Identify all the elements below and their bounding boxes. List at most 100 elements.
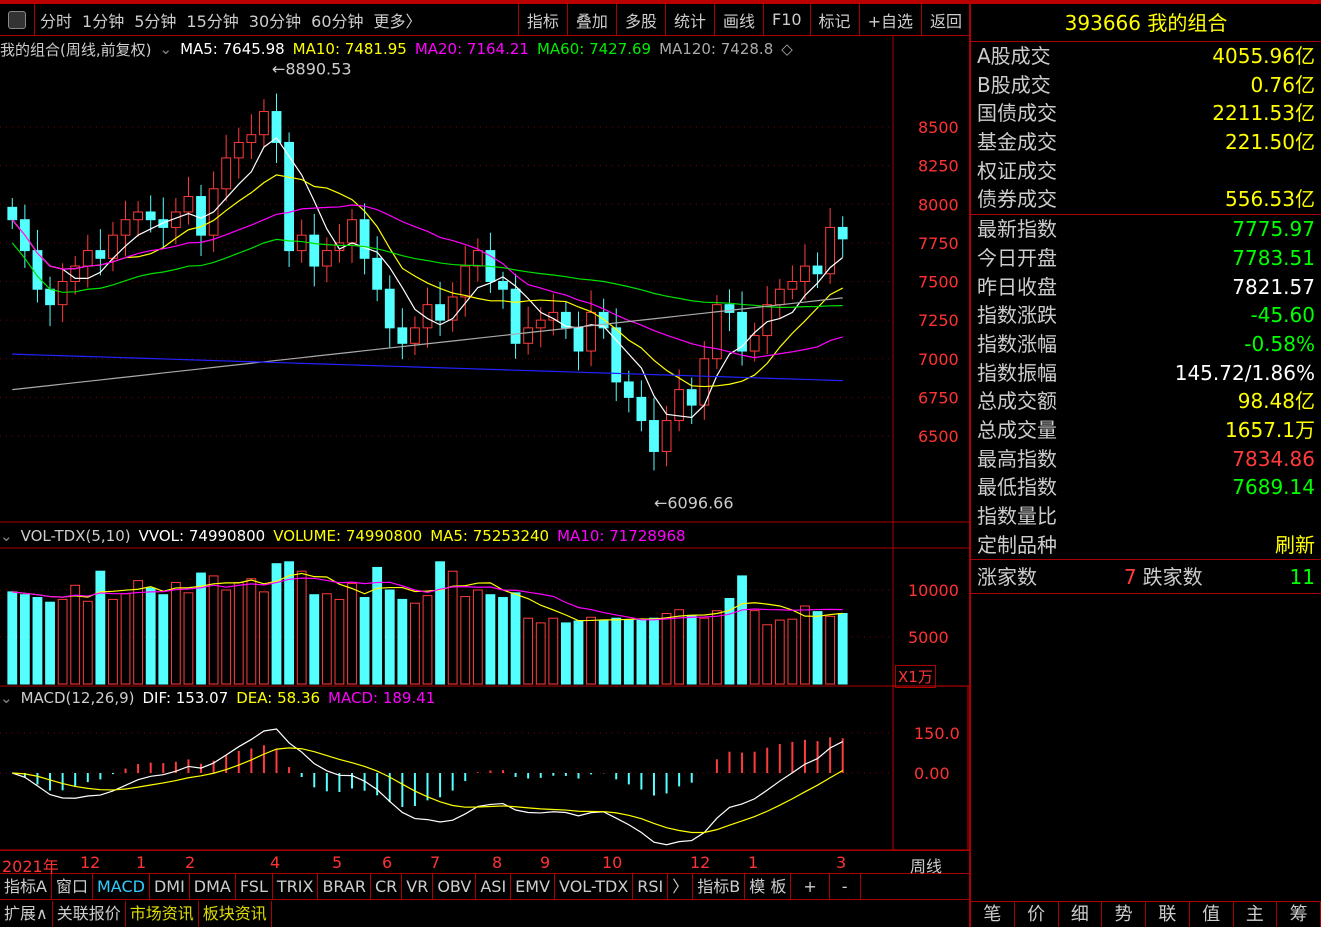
info-value: 7775.97: [1232, 217, 1315, 242]
info-value: 4055.96亿: [1212, 44, 1315, 68]
candle-up: [221, 157, 232, 190]
vol-ma10-value: MA10: 71728968: [557, 527, 686, 545]
toolbar-button[interactable]: 叠加: [566, 4, 616, 35]
volume-bar: [472, 589, 483, 685]
time-label: 12: [80, 853, 101, 872]
info-value[interactable]: 刷新: [1275, 531, 1315, 560]
info-row: 基金成交 221.50亿: [971, 128, 1321, 157]
vol-name: VOL-TDX(5,10): [20, 527, 131, 545]
extension-tab[interactable]: 板块资讯: [199, 901, 272, 927]
volume-bar: [611, 617, 622, 685]
extension-tab[interactable]: 关联报价: [53, 901, 126, 927]
info-row: 国债成交 2211.53亿: [971, 99, 1321, 128]
toolbar-button[interactable]: 统计: [664, 4, 714, 35]
indicator-tab[interactable]: MACD: [93, 874, 150, 899]
indicator-tab[interactable]: OBV: [433, 874, 477, 899]
macd-tick: 150.0: [914, 724, 960, 743]
period-tab[interactable]: 5分钟: [129, 8, 181, 32]
period-tab[interactable]: 1分钟: [77, 8, 129, 32]
toolbar-button[interactable]: 标记: [809, 4, 859, 35]
volume-bar: [397, 598, 408, 685]
candle-up: [183, 196, 194, 213]
detail-tab[interactable]: 主: [1234, 902, 1278, 927]
volume-tick: 5000: [908, 628, 949, 647]
candle-up: [259, 111, 269, 136]
dropdown-icon[interactable]: ⌄: [0, 689, 13, 707]
kline-chart[interactable]: 8500 8250 8000 7750 7500 7250 7000 6750 6500 1000…: [0, 36, 970, 850]
indicator-tab[interactable]: BRAR: [318, 874, 371, 899]
toolbar-button[interactable]: 多股: [615, 4, 665, 35]
info-label: 最高指数: [977, 446, 1057, 471]
indicator-tab[interactable]: EMV: [511, 874, 556, 899]
dropdown-icon[interactable]: ⌄: [0, 527, 13, 545]
vvol-value: VVOL: 74990800: [138, 527, 266, 545]
indicator-tab[interactable]: +: [791, 874, 830, 899]
toolbar-button[interactable]: 指标: [517, 4, 567, 35]
detail-tab[interactable]: 价: [1015, 902, 1059, 927]
period-tab[interactable]: 分时: [35, 8, 77, 32]
indicator-tab[interactable]: -: [830, 874, 861, 899]
volume-bar: [82, 600, 93, 685]
volume-unit: X1万: [895, 665, 936, 688]
candle-down: [145, 211, 156, 221]
indicator-tab[interactable]: VR: [402, 874, 434, 899]
volume-value: VOLUME: 74990800: [273, 527, 423, 545]
info-value: -0.58%: [1244, 331, 1315, 356]
toolbar-button[interactable]: +自选: [858, 4, 921, 35]
indicator-tab[interactable]: VOL-TDX: [555, 874, 634, 899]
indicator-tab[interactable]: RSI: [633, 874, 669, 899]
indicator-tab[interactable]: DMA: [190, 874, 236, 899]
extension-tab[interactable]: 扩展∧: [0, 901, 53, 927]
panel-toggle-icon[interactable]: [8, 10, 26, 29]
detail-tab[interactable]: 筹: [1277, 902, 1321, 927]
indicator-tab[interactable]: 〉: [668, 874, 694, 899]
price-tick: 8000: [918, 195, 959, 214]
toolbar-button[interactable]: 返回: [920, 4, 970, 35]
detail-tab[interactable]: 联: [1146, 902, 1190, 927]
indicator-tab[interactable]: DMI: [150, 874, 190, 899]
volume-bar: [32, 597, 43, 685]
extension-tab[interactable]: 市场资讯: [126, 901, 199, 927]
info-label: 最低指数: [977, 475, 1057, 500]
volume-bar: [498, 597, 508, 685]
volume-bar: [57, 598, 68, 685]
period-tab[interactable]: 15分钟: [181, 8, 243, 32]
info-row: 最新指数 7775.97: [971, 215, 1321, 244]
indicator-tab[interactable]: 指标B: [693, 874, 746, 899]
indicator-tab[interactable]: CR: [371, 874, 403, 899]
info-label: 债券成交: [977, 187, 1057, 212]
volume-bar: [460, 596, 471, 685]
period-tab[interactable]: 30分钟: [244, 8, 306, 32]
advance-decline: 涨家数 7 跌家数 11: [971, 560, 1321, 595]
indicator-tab[interactable]: TRIX: [273, 874, 319, 899]
vol-ma5-value: MA5: 75253240: [430, 527, 550, 545]
info-row: 指数量比: [971, 502, 1321, 531]
price-tick: 7750: [918, 234, 959, 253]
price-tick: 6750: [918, 388, 959, 407]
detail-tab[interactable]: 势: [1102, 902, 1146, 927]
volume-bar: [649, 617, 659, 685]
detail-tab[interactable]: 值: [1190, 902, 1234, 927]
period-tab[interactable]: 60分钟: [306, 8, 368, 32]
toolbar-button[interactable]: F10: [762, 4, 810, 35]
price-tick: 7000: [918, 350, 959, 369]
info-value: 7834.86: [1232, 446, 1315, 471]
volume-bar: [510, 592, 521, 685]
indicator-tab[interactable]: 窗口: [52, 874, 93, 899]
info-label: A股成交: [977, 44, 1051, 68]
candle-up: [711, 304, 722, 360]
indicator-tab[interactable]: ASI: [476, 874, 512, 899]
detail-tab[interactable]: 细: [1059, 902, 1103, 927]
candle-down: [359, 219, 370, 259]
volume-bar: [560, 622, 571, 685]
volume-bar: [447, 570, 458, 685]
toolbar-button[interactable]: 画线: [713, 4, 763, 35]
indicator-tab[interactable]: 模 板: [745, 874, 792, 899]
indicator-tab[interactable]: FSL: [236, 874, 273, 899]
candle-up: [296, 234, 307, 252]
volume-tick: 10000: [908, 581, 959, 600]
indicator-tab[interactable]: 指标A: [0, 874, 52, 899]
detail-tab[interactable]: 笔: [971, 902, 1015, 927]
info-label: 总成交额: [977, 389, 1057, 414]
period-tab[interactable]: 更多〉: [369, 8, 427, 32]
